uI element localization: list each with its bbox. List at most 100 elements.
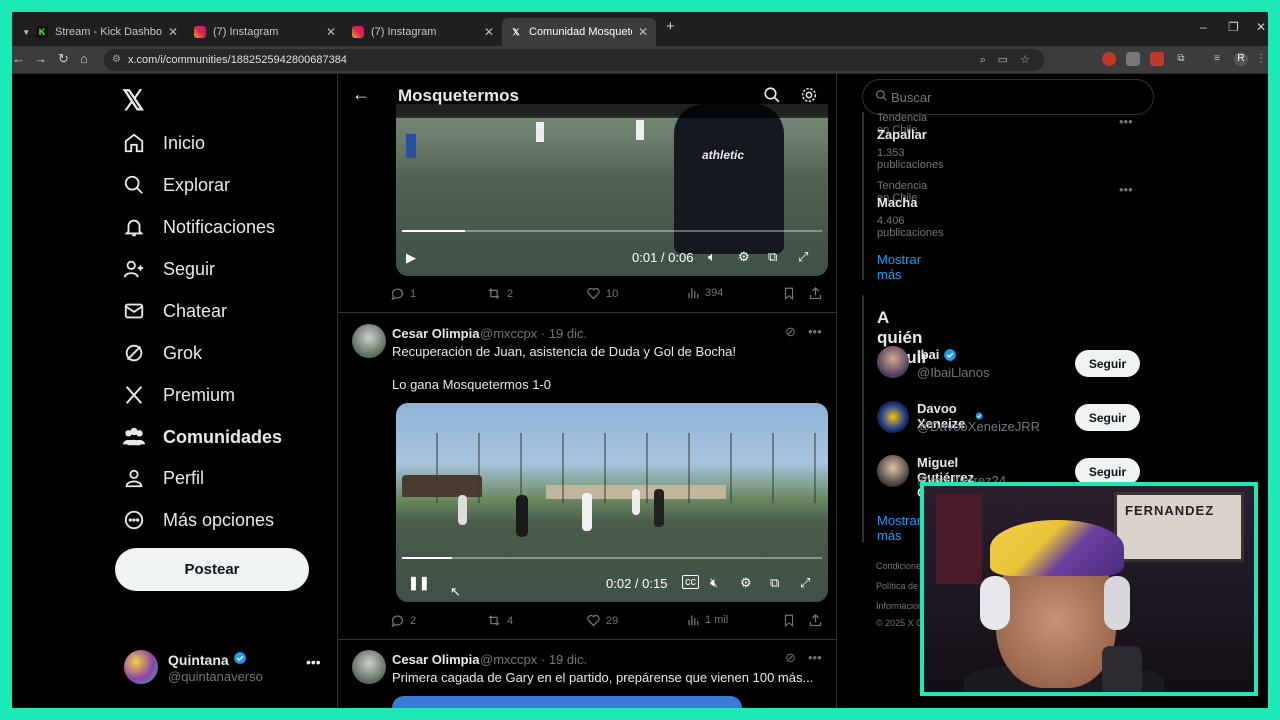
avatar[interactable] [352,324,386,358]
avatar[interactable] [352,650,386,684]
settings-icon[interactable]: ⚙ [738,249,750,265]
nav-explore[interactable]: Explorar [122,165,230,205]
fullscreen-icon[interactable]: ⤢ [800,575,810,591]
footer-link[interactable]: Política de [876,581,918,591]
extension-icon[interactable] [1150,52,1164,66]
footer-link[interactable]: Información [876,601,923,611]
captions-icon[interactable]: cc [682,575,699,589]
like-button[interactable]: 10 [586,286,618,301]
bookmark-star-icon[interactable]: ☆ [1020,49,1030,71]
tab-instagram-1[interactable]: (7) Instagram ✕ [186,18,344,46]
footer-link[interactable]: Condiciones [876,561,926,571]
more-icon[interactable]: ••• [808,650,822,665]
search-input[interactable]: Buscar [862,79,1154,115]
post-button[interactable]: Postear [115,548,309,591]
tab-community-x[interactable]: 𝕏 Comunidad Mosquetermos / X ✕ [502,18,656,46]
bookmark-icon[interactable] [782,286,796,301]
close-icon[interactable]: ✕ [168,25,178,39]
profile-avatar[interactable]: R [1234,52,1248,66]
grok-icon[interactable]: ⊘ [785,324,796,340]
repost-button[interactable]: 4 [486,613,513,628]
pip-icon[interactable]: ⧉ [768,249,777,265]
nav-more-options[interactable]: Más opciones [122,500,274,540]
share-icon[interactable] [808,613,823,628]
gear-icon[interactable] [799,85,819,105]
nav-premium[interactable]: Premium [122,375,235,415]
tweet-handle[interactable]: @mxccpx · 19 dic. [480,652,587,667]
site-settings-icon[interactable]: ⚙ [112,49,121,71]
avatar[interactable] [877,346,909,378]
bookmark-icon[interactable] [782,613,796,628]
repost-button[interactable]: 2 [486,286,513,301]
zoom-icon[interactable]: ⌕ [980,49,986,71]
views-button[interactable]: 394 [686,286,723,300]
account-switcher[interactable]: Quintana @quintanaverso ••• [124,648,324,688]
show-more-link[interactable]: Mostrar más [877,513,921,543]
reply-button[interactable]: 1 [390,286,416,301]
avatar[interactable] [877,455,909,487]
follow-button[interactable]: Seguir [1075,458,1140,485]
video-player[interactable]: athletic ▶ 0:01 / 0:06 🔈︎ ⚙ ⧉ ⤢ [396,104,828,276]
tweet-handle[interactable]: @mxccpx · 19 dic. [480,326,587,341]
nav-notifications[interactable]: Notificaciones [122,207,275,247]
more-icon[interactable]: ••• [1119,114,1133,129]
like-button[interactable]: 29 [586,613,618,628]
play-icon[interactable]: ▶ [406,250,416,266]
media-icon[interactable]: ≡ [1210,52,1224,66]
reply-button[interactable]: 2 [390,613,416,628]
back-arrow-icon[interactable]: ← [352,84,370,105]
nav-chat[interactable]: Chatear [122,291,227,331]
tweet-media[interactable] [392,696,742,708]
user-name[interactable]: Ibai [917,347,957,362]
reload-icon[interactable]: ↻ [58,51,69,67]
settings-icon[interactable]: ⚙ [740,575,752,591]
new-tab-button[interactable]: + [666,18,675,35]
menu-icon[interactable]: ⋮ [1254,52,1268,66]
cast-icon[interactable]: ▭ [998,49,1008,71]
more-icon[interactable]: ••• [808,324,822,339]
trend-item[interactable]: Macha [877,195,917,210]
close-icon[interactable]: ✕ [638,25,648,39]
nav-profile[interactable]: Perfil [122,458,204,498]
mute-icon[interactable]: 🔇︎ [710,575,718,591]
avatar[interactable] [877,401,909,433]
video-progress-bar[interactable] [402,557,822,559]
close-icon[interactable]: ✕ [326,25,336,39]
nav-grok[interactable]: Grok [122,333,202,373]
minimize-icon[interactable]: – [1200,20,1207,34]
extension-icon[interactable] [1126,52,1140,66]
video-player[interactable]: ❚❚ 0:02 / 0:15 cc 🔇︎ ⚙ ⧉ ⤢ [396,403,828,602]
trend-item[interactable]: Zapallar [877,127,927,142]
volume-icon[interactable]: 🔈︎ [708,249,716,265]
puzzle-icon[interactable]: ⧉ [1174,52,1188,66]
show-more-link[interactable]: Mostrar más [877,252,921,282]
close-icon[interactable]: ✕ [484,25,494,39]
fullscreen-icon[interactable]: ⤢ [798,249,808,265]
more-icon[interactable]: ••• [1119,182,1133,197]
home-icon[interactable]: ⌂ [80,51,88,66]
tweet-author[interactable]: Cesar Olimpia [392,652,479,667]
search-icon[interactable] [762,85,782,105]
back-arrow-icon[interactable]: ← [12,51,25,66]
maximize-icon[interactable]: ❐ [1228,20,1239,34]
tweet-author[interactable]: Cesar Olimpia [392,326,479,341]
extension-icon[interactable] [1102,52,1116,66]
views-button[interactable]: 1 mil [686,613,728,627]
share-icon[interactable] [808,286,823,301]
close-window-icon[interactable]: ✕ [1256,20,1266,34]
nav-follow[interactable]: Seguir [122,249,215,289]
address-bar[interactable]: ⚙ x.com/i/communities/188252594280068738… [104,49,1044,71]
nav-home[interactable]: Inicio [122,123,205,163]
follow-button[interactable]: Seguir [1075,404,1140,431]
pause-icon[interactable]: ❚❚ [408,575,430,591]
more-icon[interactable]: ••• [306,654,321,670]
follow-button[interactable]: Seguir [1075,350,1140,377]
pip-icon[interactable]: ⧉ [770,575,779,591]
tab-kick[interactable]: K Stream - Kick Dashboard ✕ [28,18,186,46]
forward-arrow-icon[interactable]: → [34,51,47,66]
tab-instagram-2[interactable]: (7) Instagram ✕ [344,18,502,46]
video-progress-bar[interactable] [402,230,822,232]
grok-icon[interactable]: ⊘ [785,650,796,666]
nav-communities[interactable]: Comunidades [122,417,282,457]
x-logo[interactable]: 𝕏 [122,84,145,117]
